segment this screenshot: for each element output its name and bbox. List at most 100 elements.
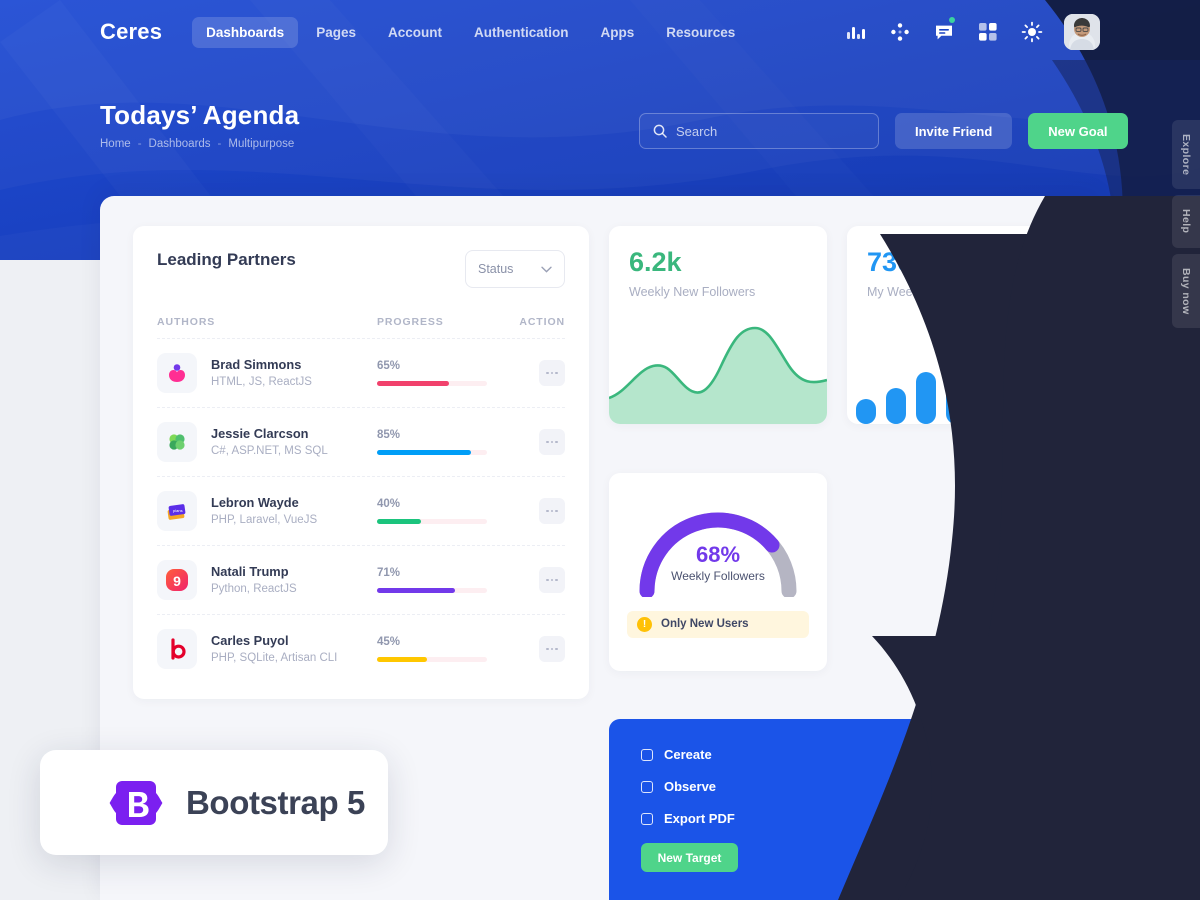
new-target-button[interactable]: New Target (641, 843, 738, 872)
bar (886, 388, 906, 424)
invite-friend-button[interactable]: Invite Friend (895, 113, 1013, 149)
table-row[interactable]: plans Lebron Wayde PHP, Laravel, VueJS 4… (157, 477, 565, 546)
nav-link-account[interactable]: Account (374, 17, 456, 48)
progress-track (377, 657, 487, 662)
targets-value: 730 (867, 247, 913, 277)
nav-icon-group (844, 14, 1100, 50)
partner-percent: 71% (377, 567, 401, 579)
target-item-label: Export PDF (664, 811, 735, 826)
progress-track (377, 588, 487, 593)
partner-percent: 65% (377, 360, 401, 372)
avatar[interactable] (1064, 14, 1100, 50)
gauge-alert-text: Only New Users (661, 618, 749, 630)
bar (976, 379, 996, 424)
chat-bubble-icon[interactable] (932, 17, 956, 44)
new-target-card: Cereate Observe Export PDF New Target % (609, 719, 1065, 900)
header-actions: Search Invite Friend New Goal (639, 113, 1128, 149)
partner-action (517, 636, 565, 662)
bootstrap-logo-icon (108, 779, 164, 827)
side-tab-help[interactable]: Help (1172, 195, 1200, 248)
bar (856, 399, 876, 424)
chart-bars-icon[interactable] (844, 20, 868, 44)
row-menu-button[interactable] (539, 636, 565, 662)
partner-skills: C#, ASP.NET, MS SQL (211, 444, 328, 457)
table-row[interactable]: 9 Natali Trump Python, ReactJS 71% (157, 546, 565, 615)
partner-action (517, 567, 565, 593)
partner-action (517, 429, 565, 455)
status-select[interactable]: Status (465, 250, 565, 288)
brand-logo[interactable]: Ceres (100, 19, 162, 45)
table-row[interactable]: Brad Simmons HTML, JS, ReactJS 65% (157, 339, 565, 408)
partner-skills: Python, ReactJS (211, 582, 297, 595)
progress-fill (377, 450, 471, 455)
partner-info: Jessie Clarcson C#, ASP.NET, MS SQL (211, 425, 377, 458)
side-tab-buy-now[interactable]: Buy now (1172, 253, 1200, 329)
column-authors: AUTHORS (157, 316, 216, 328)
partner-action (517, 498, 565, 524)
progress-fill (377, 519, 421, 524)
search-icon (653, 124, 667, 138)
checkbox-icon[interactable] (641, 748, 653, 761)
bar (916, 372, 936, 424)
column-progress: PROGRESS (377, 316, 444, 328)
row-menu-button[interactable] (539, 360, 565, 386)
gauge-percent: 68% (695, 541, 741, 567)
nav-link-resources[interactable]: Resources (652, 17, 749, 48)
partners-table-header: AUTHORS PROGRESS ACTION (157, 316, 565, 339)
partner-progress: 45% (377, 636, 517, 662)
leading-partners-header: Leading Partners Status (157, 250, 565, 288)
checkbox-icon[interactable] (641, 780, 653, 793)
clover-logo-icon (157, 422, 197, 462)
nav-link-apps[interactable]: Apps (586, 17, 648, 48)
gauge-label: Weekly Followers (671, 568, 765, 583)
partner-skills: PHP, SQLite, Artisan CLI (211, 651, 338, 664)
row-menu-button[interactable] (539, 498, 565, 524)
new-goal-button[interactable]: New Goal (1028, 113, 1128, 149)
checkbox-icon[interactable] (641, 812, 653, 825)
target-item-label: Cereate (664, 747, 712, 762)
partner-name: Brad Simmons (211, 357, 302, 373)
breadcrumb-sep: - (217, 138, 222, 150)
gauge-center-text: 68% Weekly Followers (633, 541, 803, 583)
bootstrap-label: Bootstrap 5 (186, 783, 365, 821)
partner-info: Natali Trump Python, ReactJS (211, 563, 377, 596)
partner-name: Natali Trump (211, 564, 289, 580)
breadcrumb-sep: - (137, 138, 142, 150)
progress-fill (377, 588, 456, 593)
top-navbar: Ceres Dashboards Pages Account Authentic… (0, 0, 1200, 64)
breadcrumb-home[interactable]: Home (100, 138, 131, 150)
status-select-value: Status (478, 262, 514, 276)
sun-theme-icon[interactable] (1020, 20, 1044, 44)
nav-link-authentication[interactable]: Authentication (460, 17, 583, 48)
weekly-followers-gauge-card: 68% Weekly Followers ! Only New Users (609, 472, 827, 671)
partner-name: Carles Puyol (211, 633, 289, 649)
side-tab-group: Explore Help Buy now (1172, 120, 1200, 329)
partner-progress: 71% (377, 567, 517, 593)
beats-logo-icon (157, 629, 197, 669)
partner-skills: PHP, Laravel, VueJS (211, 513, 318, 526)
leading-partners-title: Leading Partners (157, 250, 296, 269)
partner-progress: 85% (377, 429, 517, 455)
row-menu-button[interactable] (539, 429, 565, 455)
partner-percent: 45% (377, 636, 401, 648)
partner-info: Lebron Wayde PHP, Laravel, VueJS (211, 494, 377, 527)
grid-layout-icon[interactable] (976, 20, 1000, 44)
cards-logo-icon: plans (157, 491, 197, 531)
column-action: ACTION (519, 316, 565, 328)
side-tab-explore[interactable]: Explore (1172, 120, 1200, 190)
target-item-label: Observe (664, 779, 717, 794)
targets-bar-chart (847, 312, 1065, 424)
table-row[interactable]: Jessie Clarcson C#, ASP.NET, MS SQL 85% (157, 408, 565, 477)
followers-value: 6.2k (629, 247, 682, 277)
row-menu-button[interactable] (539, 567, 565, 593)
progress-fill (377, 657, 427, 662)
svg-text:plans: plans (173, 508, 183, 513)
scatter-dots-icon[interactable] (888, 20, 912, 44)
search-input[interactable]: Search (639, 113, 879, 149)
followers-label: Weekly New Followers (629, 284, 756, 299)
breadcrumb-dashboards[interactable]: Dashboards (149, 138, 211, 150)
gauge-chart: 68% Weekly Followers (633, 505, 803, 598)
nav-link-dashboards[interactable]: Dashboards (192, 16, 299, 48)
nav-link-pages[interactable]: Pages (302, 17, 370, 48)
table-row[interactable]: Carles Puyol PHP, SQLite, Artisan CLI 45… (157, 615, 565, 683)
